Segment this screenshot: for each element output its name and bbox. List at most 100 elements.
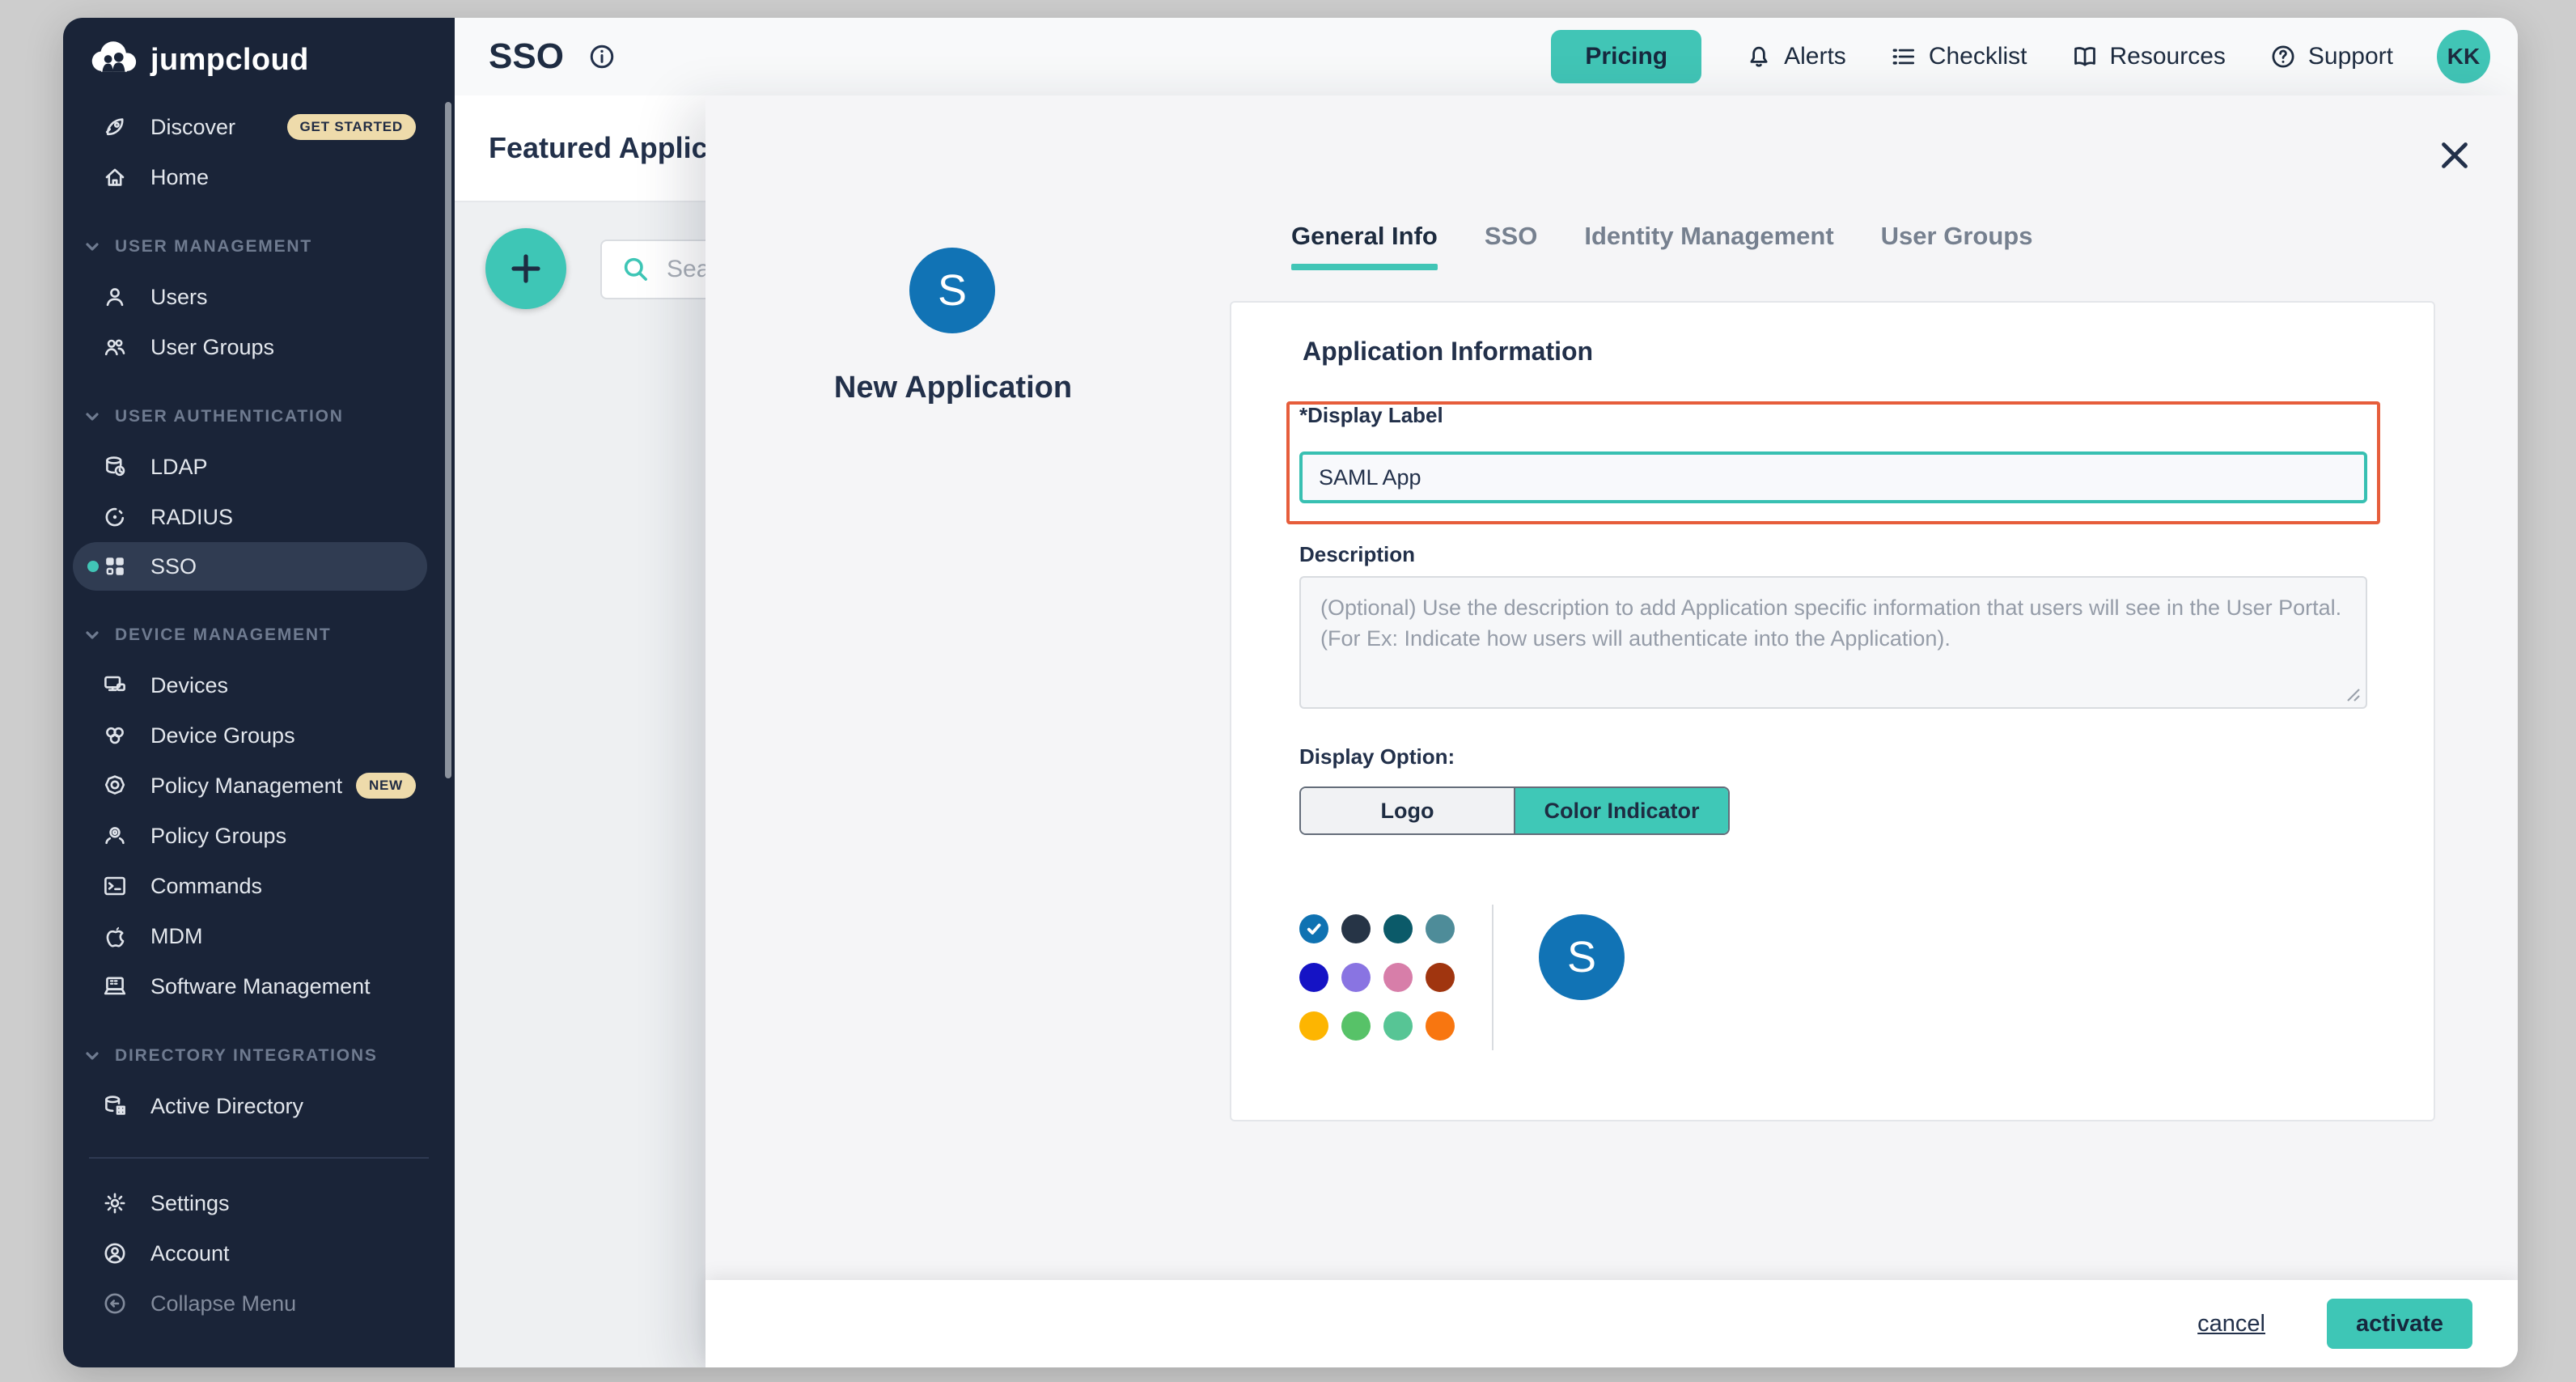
sidebar-item-software-management[interactable]: Software Management xyxy=(63,961,455,1011)
logo-text: jumpcloud xyxy=(150,43,309,78)
device-groups-icon xyxy=(102,723,128,748)
tab-general-info[interactable]: General Info xyxy=(1291,222,1438,270)
sidebar-item-label: User Groups xyxy=(150,335,274,360)
sidebar-item-device-groups[interactable]: Device Groups xyxy=(63,710,455,761)
chevron-down-icon xyxy=(84,1048,100,1064)
sidebar-item-users[interactable]: Users xyxy=(63,272,455,322)
sidebar-item-sso[interactable]: SSO xyxy=(73,542,427,591)
sidebar-item-label: LDAP xyxy=(150,455,208,480)
toggle-option-color-indicator[interactable]: Color Indicator xyxy=(1515,788,1728,833)
add-application-button[interactable] xyxy=(485,228,566,309)
sidebar-section-user-management[interactable]: USER MANAGEMENT xyxy=(63,222,455,272)
resize-handle-icon[interactable] xyxy=(2345,686,2361,702)
color-swatch-57c268[interactable] xyxy=(1341,1011,1371,1041)
jumpcloud-cloud-icon xyxy=(89,40,138,80)
screen: jumpcloud DiscoverGET STARTEDHome USER MA… xyxy=(0,0,2576,1382)
color-preview-letter: S xyxy=(1567,932,1596,982)
devices-icon xyxy=(102,672,128,698)
sidebar-item-label: RADIUS xyxy=(150,505,233,530)
header-link-resources[interactable]: Resources xyxy=(2071,43,2226,70)
color-swatch-4e8c99[interactable] xyxy=(1426,914,1455,943)
header-link-alerts[interactable]: Alerts xyxy=(1745,43,1846,70)
book-icon xyxy=(2071,43,2099,70)
color-swatch-8974e2[interactable] xyxy=(1341,963,1371,992)
toggle-option-logo[interactable]: Logo xyxy=(1301,788,1515,833)
color-swatch-0f72b2[interactable] xyxy=(1299,914,1328,943)
user-group-icon xyxy=(102,334,128,360)
sidebar-item-radius[interactable]: RADIUS xyxy=(63,492,455,542)
sidebar-item-label: Software Management xyxy=(150,974,371,999)
color-swatch-f87610[interactable] xyxy=(1426,1011,1455,1041)
new-application-panel: S New Application General InfoSSOIdentit… xyxy=(705,95,2518,1367)
display-option-label: Display Option: xyxy=(1299,744,1455,769)
app-window: jumpcloud DiscoverGET STARTEDHome USER MA… xyxy=(63,18,2518,1367)
sidebar-item-home[interactable]: Home xyxy=(63,152,455,202)
sidebar-section-label: DEVICE MANAGEMENT xyxy=(115,625,331,645)
description-textarea[interactable]: (Optional) Use the description to add Ap… xyxy=(1299,576,2367,709)
sidebar-item-user-groups[interactable]: User Groups xyxy=(63,322,455,372)
color-swatch-a0350f[interactable] xyxy=(1426,963,1455,992)
sidebar-item-devices[interactable]: Devices xyxy=(63,660,455,710)
sidebar-item-label: Account xyxy=(150,1241,230,1266)
color-swatch-d77ea9[interactable] xyxy=(1383,963,1413,992)
page-title: SSO xyxy=(489,36,564,77)
user-avatar[interactable]: KK xyxy=(2437,30,2490,83)
display-label-label: *Display Label xyxy=(1299,403,1443,428)
sidebar-item-settings[interactable]: Settings xyxy=(63,1178,455,1228)
tab-user-groups[interactable]: User Groups xyxy=(1881,222,2033,270)
chevron-down-icon xyxy=(84,627,100,643)
color-swatch-1513c5[interactable] xyxy=(1299,963,1328,992)
radius-signal-icon xyxy=(102,504,128,530)
jumpcloud-logo[interactable]: jumpcloud xyxy=(63,18,455,102)
pricing-button[interactable]: Pricing xyxy=(1551,30,1701,83)
header-link-support[interactable]: Support xyxy=(2269,43,2393,70)
sidebar-item-account[interactable]: Account xyxy=(63,1228,455,1278)
color-swatch-263446[interactable] xyxy=(1341,914,1371,943)
sidebar-scrollbar[interactable] xyxy=(445,102,451,778)
application-information-card: Application Information *Display Label D… xyxy=(1230,301,2435,1121)
help-circle-icon xyxy=(2269,43,2297,70)
color-swatch-fdb501[interactable] xyxy=(1299,1011,1328,1041)
gear-icon xyxy=(102,1190,128,1216)
sidebar-item-discover[interactable]: DiscoverGET STARTED xyxy=(63,102,455,152)
sidebar-item-mdm[interactable]: MDM xyxy=(63,911,455,961)
swatch-preview-divider xyxy=(1492,905,1493,1050)
sidebar-item-collapse-menu[interactable]: Collapse Menu xyxy=(63,1278,455,1329)
header-link-checklist[interactable]: Checklist xyxy=(1890,43,2027,70)
description-label: Description xyxy=(1299,542,1415,567)
info-icon[interactable] xyxy=(588,43,616,70)
sidebar-item-label: Commands xyxy=(150,874,262,899)
sidebar-item-label: Users xyxy=(150,285,208,310)
search-icon xyxy=(621,255,650,284)
color-swatch-grid xyxy=(1299,914,1455,1041)
tab-sso[interactable]: SSO xyxy=(1485,222,1537,270)
chevron-down-icon xyxy=(84,409,100,425)
header-link-label: Support xyxy=(2308,43,2393,70)
display-label-input[interactable] xyxy=(1299,451,2367,503)
header-link-label: Checklist xyxy=(1929,43,2027,70)
cancel-button[interactable]: cancel xyxy=(2197,1311,2265,1337)
close-icon[interactable] xyxy=(2437,138,2472,173)
sidebar-section-device-management[interactable]: DEVICE MANAGEMENT xyxy=(63,610,455,660)
top-header: SSO Pricing Alerts Checklist Resources Suppo… xyxy=(455,18,2518,95)
rocket-icon xyxy=(102,114,128,140)
sidebar-item-active-directory[interactable]: Active Directory xyxy=(63,1081,455,1131)
tab-identity-management[interactable]: Identity Management xyxy=(1584,222,1833,270)
home-icon xyxy=(102,164,128,190)
policy-management-icon xyxy=(102,773,128,799)
color-swatch-57c595[interactable] xyxy=(1383,1011,1413,1041)
color-swatch-0b5a69[interactable] xyxy=(1383,914,1413,943)
check-icon xyxy=(1305,920,1323,938)
sidebar-item-policy-management[interactable]: Policy ManagementNEW xyxy=(63,761,455,811)
activate-button[interactable]: activate xyxy=(2327,1299,2472,1349)
application-avatar: S xyxy=(909,248,995,333)
header-link-label: Alerts xyxy=(1784,43,1846,70)
sidebar-item-policy-groups[interactable]: Policy Groups xyxy=(63,811,455,861)
active-directory-icon xyxy=(102,1093,128,1119)
sidebar-section-directory-integrations[interactable]: DIRECTORY INTEGRATIONS xyxy=(63,1031,455,1081)
color-preview-circle: S xyxy=(1539,914,1625,1000)
sidebar-item-commands[interactable]: Commands xyxy=(63,861,455,911)
sidebar-section-user-authentication[interactable]: USER AUTHENTICATION xyxy=(63,392,455,442)
sidebar-item-ldap[interactable]: LDAP xyxy=(63,442,455,492)
sidebar-item-label: Policy Groups xyxy=(150,824,286,849)
